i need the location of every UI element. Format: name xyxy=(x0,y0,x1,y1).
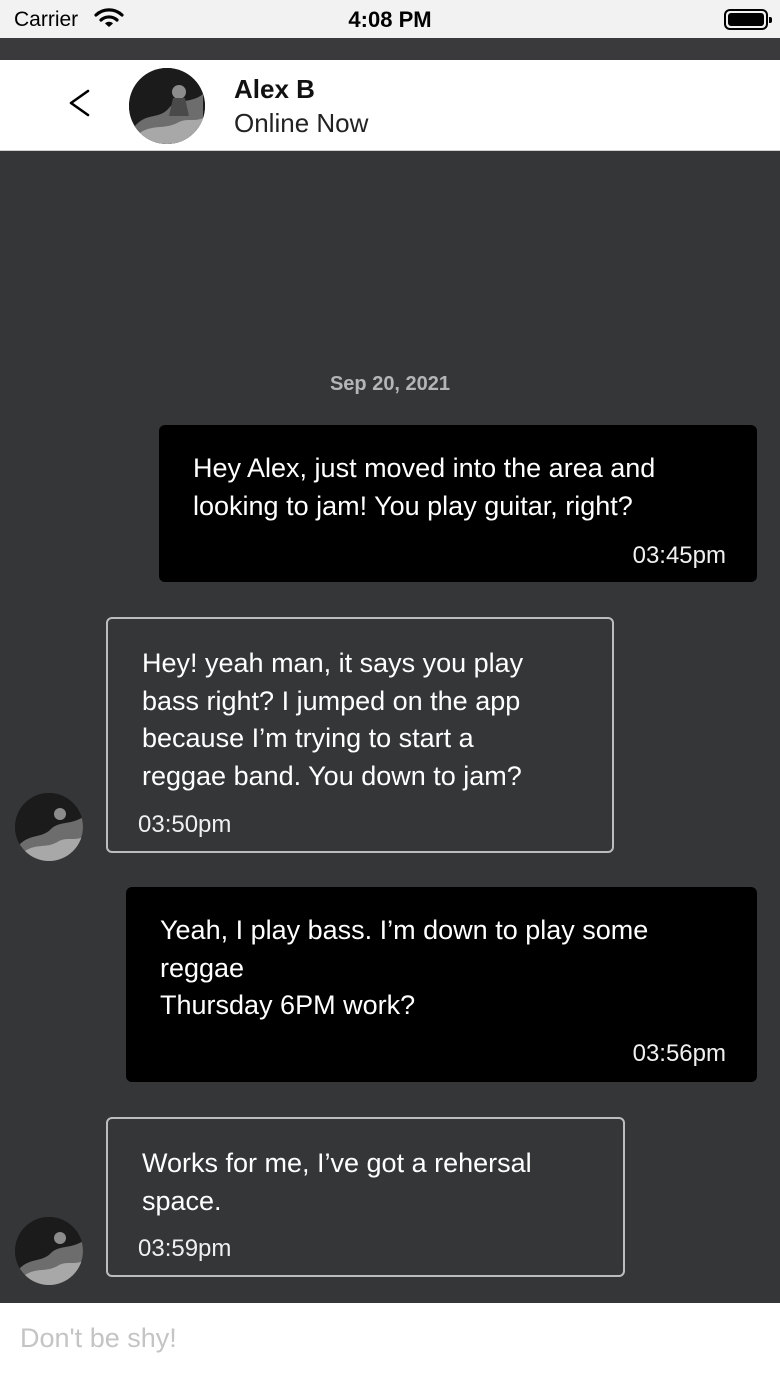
message-timestamp: 03:45pm xyxy=(632,542,726,569)
message-text: Works for me, I’ve got a rehersal space. xyxy=(142,1148,532,1216)
status-bar: Carrier 4:08 PM xyxy=(0,0,780,38)
message-outgoing[interactable]: Hey Alex, just moved into the area and l… xyxy=(159,425,757,582)
battery-icon xyxy=(724,9,772,30)
message-text: Hey! yeah man, it says you play bass rig… xyxy=(142,648,524,791)
chat-header: Alex B Online Now xyxy=(0,60,780,151)
avatar[interactable] xyxy=(129,68,205,144)
message-timestamp: 03:56pm xyxy=(632,1040,726,1067)
avatar[interactable] xyxy=(15,793,83,861)
message-incoming[interactable]: Hey! yeah man, it says you play bass rig… xyxy=(106,617,614,853)
navigation-strip xyxy=(0,38,780,60)
message-timestamp: 03:59pm xyxy=(138,1235,232,1262)
composer xyxy=(0,1303,780,1387)
message-incoming[interactable]: Works for me, I’ve got a rehersal space.… xyxy=(106,1117,625,1277)
contact-status: Online Now xyxy=(234,108,369,138)
chevron-left-icon xyxy=(69,89,90,117)
avatar[interactable] xyxy=(15,1217,83,1285)
contact-name: Alex B xyxy=(234,74,315,104)
message-text: Yeah, I play bass. I’m down to play some… xyxy=(160,915,649,1020)
back-button[interactable] xyxy=(60,78,100,128)
message-timestamp: 03:50pm xyxy=(138,811,232,838)
message-input[interactable] xyxy=(0,1303,780,1373)
clock: 4:08 PM xyxy=(348,7,432,32)
message-text: Hey Alex, just moved into the area and l… xyxy=(193,453,656,521)
message-outgoing[interactable]: Yeah, I play bass. I’m down to play some… xyxy=(126,887,757,1082)
date-separator: Sep 20, 2021 xyxy=(329,373,451,395)
